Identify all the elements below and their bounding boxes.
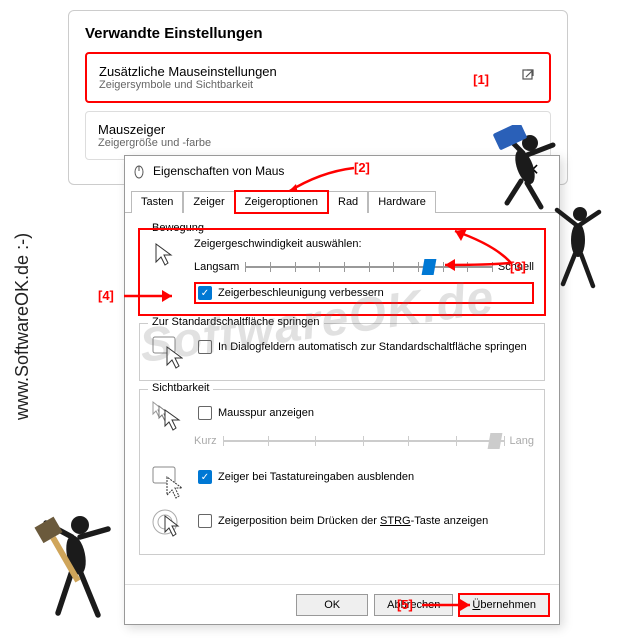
- slow-label: Langsam: [194, 261, 239, 273]
- pointer-trail-icon: [150, 398, 184, 436]
- pointer-precision-row[interactable]: ✓ Zeigerbeschleunigung verbessern: [194, 282, 534, 304]
- hide-pointer-label: Zeiger bei Tastatureingaben ausblenden: [218, 471, 414, 483]
- slider-thumb[interactable]: [421, 259, 436, 275]
- trail-checkbox[interactable]: [198, 406, 212, 420]
- trail-checkbox-row[interactable]: Mausspur anzeigen: [194, 402, 534, 424]
- annotation-2: [2]: [354, 160, 370, 175]
- annotation-1: [1]: [473, 72, 489, 87]
- card-title: Zusätzliche Mauseinstellungen: [99, 64, 537, 79]
- hide-pointer-checkbox[interactable]: ✓: [198, 470, 212, 484]
- snap-checkbox[interactable]: [198, 340, 212, 354]
- dialog-title: Eigenschaften von Maus: [153, 164, 513, 178]
- card-subtitle: Zeigergröße und -farbe: [98, 137, 538, 149]
- group-sichtbarkeit: Sichtbarkeit Mausspur anzeigen Kurz: [139, 389, 545, 555]
- ctrl-locate-row[interactable]: Zeigerposition beim Drücken der STRG-Tas…: [194, 510, 492, 532]
- long-label: Lang: [510, 435, 534, 447]
- hide-pointer-icon: [150, 462, 184, 500]
- snap-icon: [150, 332, 184, 370]
- dialog-button-bar: OK Abbrechen Übernehmen: [125, 584, 559, 624]
- tab-tasten[interactable]: Tasten: [131, 191, 183, 213]
- group-label: Bewegung: [148, 222, 208, 234]
- pointer-speed-slider[interactable]: [245, 256, 492, 278]
- mouse-icon: [131, 163, 147, 179]
- ctrl-locate-checkbox[interactable]: [198, 514, 212, 528]
- snap-checkbox-row[interactable]: In Dialogfeldern automatisch zur Standar…: [194, 336, 531, 358]
- cancel-button[interactable]: Abbrechen: [374, 594, 453, 616]
- panel-title: Verwandte Einstellungen: [85, 25, 551, 42]
- tab-zeiger[interactable]: Zeiger: [183, 191, 234, 213]
- pointer-precision-checkbox[interactable]: ✓: [198, 286, 212, 300]
- additional-mouse-settings-card[interactable]: Zusätzliche Mauseinstellungen Zeigersymb…: [85, 52, 551, 103]
- pointer-precision-label: Zeigerbeschleunigung verbessern: [218, 287, 384, 299]
- card-title: Mauszeiger: [98, 122, 538, 137]
- annotation-3: [3]: [510, 259, 526, 274]
- snap-label: In Dialogfeldern automatisch zur Standar…: [218, 341, 527, 353]
- group-bewegung: Bewegung Zeigergeschwindigkeit auswählen…: [139, 229, 545, 315]
- mouse-properties-dialog: Eigenschaften von Maus ✕ Tasten Zeiger Z…: [124, 155, 560, 625]
- pointer-speed-icon: [150, 238, 184, 276]
- annotation-4: [4]: [98, 288, 114, 303]
- tab-rad[interactable]: Rad: [328, 191, 368, 213]
- ctrl-locate-icon: [150, 506, 184, 544]
- card-subtitle: Zeigersymbole und Sichtbarkeit: [99, 79, 537, 91]
- short-label: Kurz: [194, 435, 217, 447]
- ok-button[interactable]: OK: [296, 594, 368, 616]
- hide-pointer-row[interactable]: ✓ Zeiger bei Tastatureingaben ausblenden: [194, 466, 418, 488]
- annotation-5: [5]: [397, 597, 413, 612]
- figure-decoration-bottom: [18, 505, 128, 635]
- group-label: Zur Standardschaltfläche springen: [148, 316, 324, 328]
- external-link-icon: [521, 68, 535, 87]
- speed-label: Zeigergeschwindigkeit auswählen:: [194, 238, 534, 250]
- group-label: Sichtbarkeit: [148, 382, 213, 394]
- dialog-body: Bewegung Zeigergeschwindigkeit auswählen…: [125, 213, 559, 563]
- apply-button[interactable]: Übernehmen: [459, 594, 549, 616]
- group-snap: Zur Standardschaltfläche springen In Dia…: [139, 323, 545, 381]
- tab-zeigeroptionen[interactable]: Zeigeroptionen: [235, 191, 328, 213]
- ctrl-locate-label: Zeigerposition beim Drücken der STRG-Tas…: [218, 515, 488, 527]
- trail-length-slider: [223, 430, 504, 452]
- side-url-text: www.SoftwareOK.de :-): [12, 233, 33, 420]
- slider-thumb-disabled: [488, 433, 503, 449]
- trail-label: Mausspur anzeigen: [218, 407, 314, 419]
- figure-decoration-right: [545, 200, 615, 300]
- tab-hardware[interactable]: Hardware: [368, 191, 436, 213]
